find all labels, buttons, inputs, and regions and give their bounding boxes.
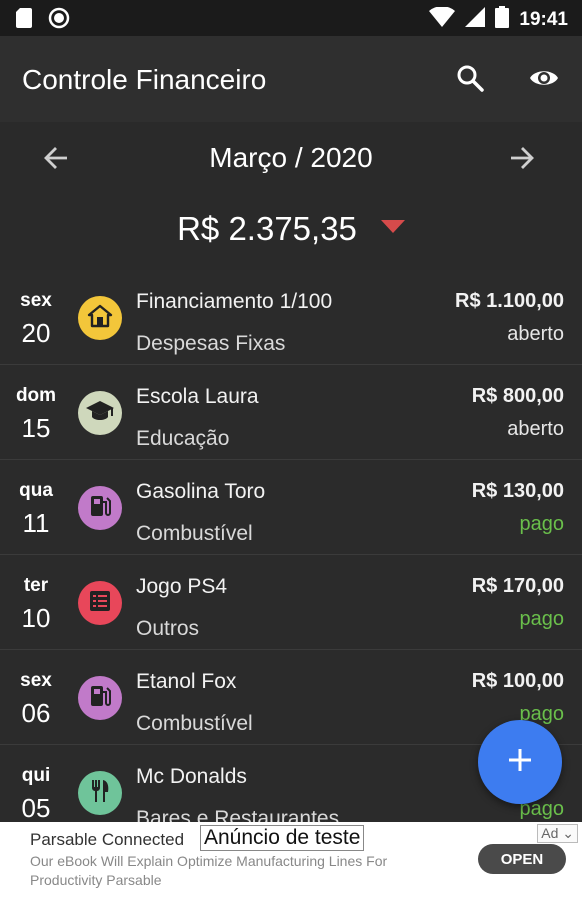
ad-choices-tag[interactable]: Ad ⌄ [537, 824, 578, 843]
transaction-category: Educação [136, 427, 230, 450]
transaction-category: Outros [136, 617, 200, 640]
arrow-right-icon [509, 145, 535, 176]
balance-value: R$ 2.375,35 [177, 210, 357, 247]
ad-banner[interactable]: Parsable Connected Anúncio de teste Our … [0, 822, 582, 900]
transaction-amount: R$ 100,00 [471, 670, 564, 692]
next-month-button[interactable] [502, 140, 542, 180]
ad-description: Our eBook Will Explain Optimize Manufact… [30, 853, 388, 888]
transaction-name: Etanol Fox [136, 670, 237, 693]
ad-title[interactable]: Parsable Connected [30, 830, 184, 850]
wifi-icon [429, 6, 456, 32]
list-icon [88, 589, 112, 618]
transaction-row[interactable]: sex 20 Financiamento 1/100 Despesas Fixa… [0, 270, 582, 365]
status-bar: 19:41 [0, 0, 582, 36]
ad-open-button[interactable]: OPEN [478, 844, 566, 874]
ad-test-label: Anúncio de teste [200, 825, 365, 851]
search-button[interactable] [450, 60, 490, 100]
transaction-date: qui 05 [0, 765, 72, 822]
transaction-status: pago [519, 608, 565, 630]
home-icon [87, 303, 113, 334]
category-badge [78, 581, 122, 625]
transaction-name: Gasolina Toro [136, 480, 266, 503]
balance-down-indicator-icon [380, 219, 405, 239]
transaction-category: Combustível [136, 712, 253, 735]
sd-card-icon [16, 8, 32, 33]
transaction-date: sex 20 [0, 290, 72, 349]
month-label: Março / 2020 [209, 142, 373, 173]
transaction-day: 05 [21, 793, 51, 822]
visibility-button[interactable] [524, 60, 564, 100]
transaction-day: 10 [21, 603, 51, 633]
transaction-day: 20 [21, 318, 51, 348]
category-badge [78, 296, 122, 340]
transaction-row[interactable]: ter 10 Jogo PS4 Outros R$ 170,00 pago [0, 555, 582, 650]
transaction-category: Bares e Restaurantes [136, 807, 340, 822]
eye-icon [529, 67, 559, 94]
transaction-status: aberto [507, 418, 564, 440]
battery-icon [495, 6, 510, 33]
signal-icon [465, 7, 486, 32]
transaction-row[interactable]: dom 15 Escola Laura Educação R$ 800,00 a… [0, 365, 582, 460]
transaction-amount: R$ 1.100,00 [455, 290, 564, 312]
transaction-weekday: sex [20, 670, 52, 691]
month-header: Março / 2020 R$ 2.375,35 [0, 122, 582, 270]
transaction-amount: R$ 170,00 [471, 575, 564, 597]
chevron-down-icon: ⌄ [562, 825, 574, 841]
category-badge [78, 771, 122, 815]
transaction-weekday: qua [19, 480, 53, 501]
record-icon [48, 7, 70, 34]
transaction-day: 06 [21, 698, 51, 728]
add-transaction-button[interactable] [478, 720, 562, 804]
fuel-pump-icon [88, 493, 112, 524]
search-icon [456, 64, 484, 97]
transaction-name: Jogo PS4 [136, 575, 228, 598]
transaction-weekday: dom [15, 385, 57, 406]
transaction-date: sex 06 [0, 670, 72, 729]
app-bar: Controle Financeiro [0, 36, 582, 122]
transaction-date: qua 11 [0, 480, 72, 539]
category-badge [78, 676, 122, 720]
transaction-weekday: qui [21, 765, 51, 786]
transaction-weekday: sex [20, 290, 52, 311]
status-time: 19:41 [519, 8, 568, 30]
transaction-status: aberto [507, 323, 564, 345]
transaction-name: Financiamento 1/100 [136, 290, 333, 313]
fuel-pump-icon [88, 683, 112, 714]
transaction-weekday: ter [23, 575, 49, 596]
transaction-date: dom 15 [0, 385, 72, 444]
fork-knife-icon [88, 778, 112, 809]
transaction-amount: R$ 800,00 [471, 385, 564, 407]
graduation-cap-icon [85, 398, 115, 429]
transaction-name: Escola Laura [136, 385, 259, 408]
transaction-row[interactable]: qua 11 Gasolina Toro Combustível R$ 130,… [0, 460, 582, 555]
transaction-category: Combustível [136, 522, 253, 545]
transaction-day: 11 [22, 508, 50, 538]
transaction-name: Mc Donalds [136, 765, 247, 788]
transaction-day: 15 [21, 413, 51, 443]
plus-icon [507, 747, 533, 778]
app-title: Controle Financeiro [22, 64, 267, 95]
transaction-amount: R$ 130,00 [471, 480, 564, 502]
transaction-date: ter 10 [0, 575, 72, 634]
category-badge [78, 486, 122, 530]
ad-tag-label: Ad [541, 825, 559, 841]
category-badge [78, 391, 122, 435]
transaction-category: Despesas Fixas [136, 332, 286, 355]
transaction-status: pago [519, 513, 565, 535]
